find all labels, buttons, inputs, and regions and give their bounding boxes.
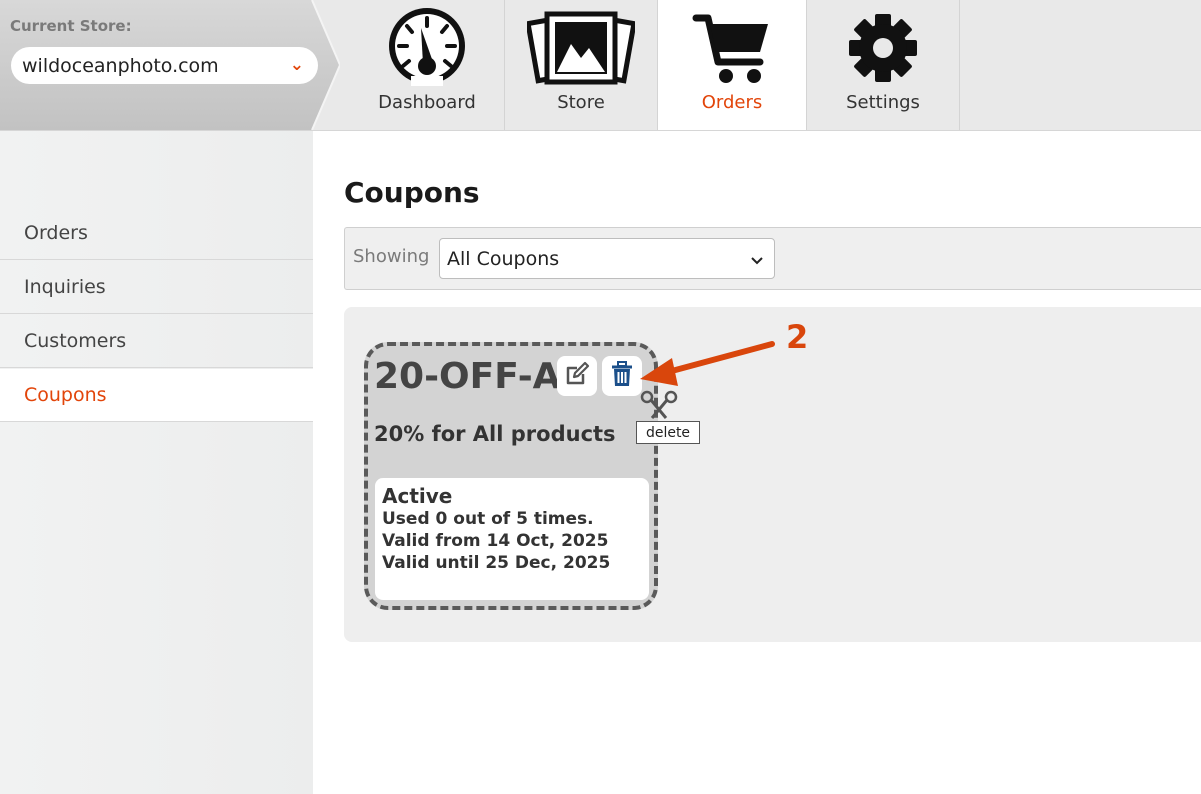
tab-orders[interactable]: Orders (658, 0, 807, 130)
sidebar-item-inquiries[interactable]: Inquiries (0, 261, 313, 314)
chevron-down-icon: ⌄ (289, 55, 304, 75)
scissors-icon (640, 386, 680, 424)
coupon-status-card: Active Used 0 out of 5 times. Valid from… (375, 478, 649, 600)
coupon-valid-until: Valid until 25 Dec, 2025 (382, 553, 611, 573)
tab-label: Dashboard (378, 92, 476, 113)
sidebar-item-orders[interactable]: Orders (0, 207, 313, 260)
current-store-label: Current Store: (10, 17, 132, 35)
gear-icon (841, 6, 925, 94)
tab-store[interactable]: Store (505, 0, 658, 130)
tab-label: Store (557, 92, 605, 113)
photos-icon (525, 6, 637, 94)
sidebar: Orders Inquiries Customers Coupons (0, 131, 313, 794)
delete-tooltip: delete (636, 421, 700, 444)
tab-dashboard[interactable]: Dashboard (350, 0, 505, 130)
sidebar-item-customers[interactable]: Customers (0, 315, 313, 368)
coupon-usage: Used 0 out of 5 times. (382, 509, 594, 529)
coupon-valid-from: Valid from 14 Oct, 2025 (382, 531, 609, 551)
tab-settings[interactable]: Settings (807, 0, 960, 130)
filter-label: Showing (353, 246, 430, 267)
delete-coupon-button[interactable] (602, 356, 642, 396)
coupon-status: Active (382, 484, 453, 508)
filter-selected-value: All Coupons (447, 247, 560, 270)
sidebar-item-label: Orders (24, 222, 88, 244)
page-title: Coupons (344, 176, 480, 209)
sidebar-item-label: Inquiries (24, 276, 106, 298)
top-header: Current Store: wildoceanphoto.com ⌄ Dash… (0, 0, 1201, 131)
sidebar-item-label: Customers (24, 330, 127, 352)
edit-coupon-button[interactable] (557, 356, 597, 396)
annotation-step-number: 2 (786, 318, 809, 356)
edit-icon (563, 360, 591, 392)
coupon-description: 20% for All products (374, 422, 616, 446)
sidebar-item-label: Coupons (24, 384, 107, 406)
tab-label: Settings (846, 92, 920, 113)
coupon-filter-select[interactable]: All Coupons (439, 238, 775, 279)
coupon-filter-bar: Showing All Coupons (344, 227, 1201, 290)
store-dropdown[interactable]: wildoceanphoto.com ⌄ (11, 47, 318, 84)
trash-icon (610, 361, 634, 391)
speedometer-icon (381, 6, 473, 94)
store-selector-panel: Current Store: wildoceanphoto.com ⌄ (0, 0, 340, 130)
shopping-cart-icon (690, 6, 774, 94)
tab-label: Orders (701, 92, 763, 113)
coupon-code: 20-OFF-ALL (374, 356, 558, 397)
sidebar-item-coupons[interactable]: Coupons (0, 369, 313, 422)
chevron-down-icon (750, 251, 764, 273)
store-dropdown-value: wildoceanphoto.com (22, 54, 219, 77)
